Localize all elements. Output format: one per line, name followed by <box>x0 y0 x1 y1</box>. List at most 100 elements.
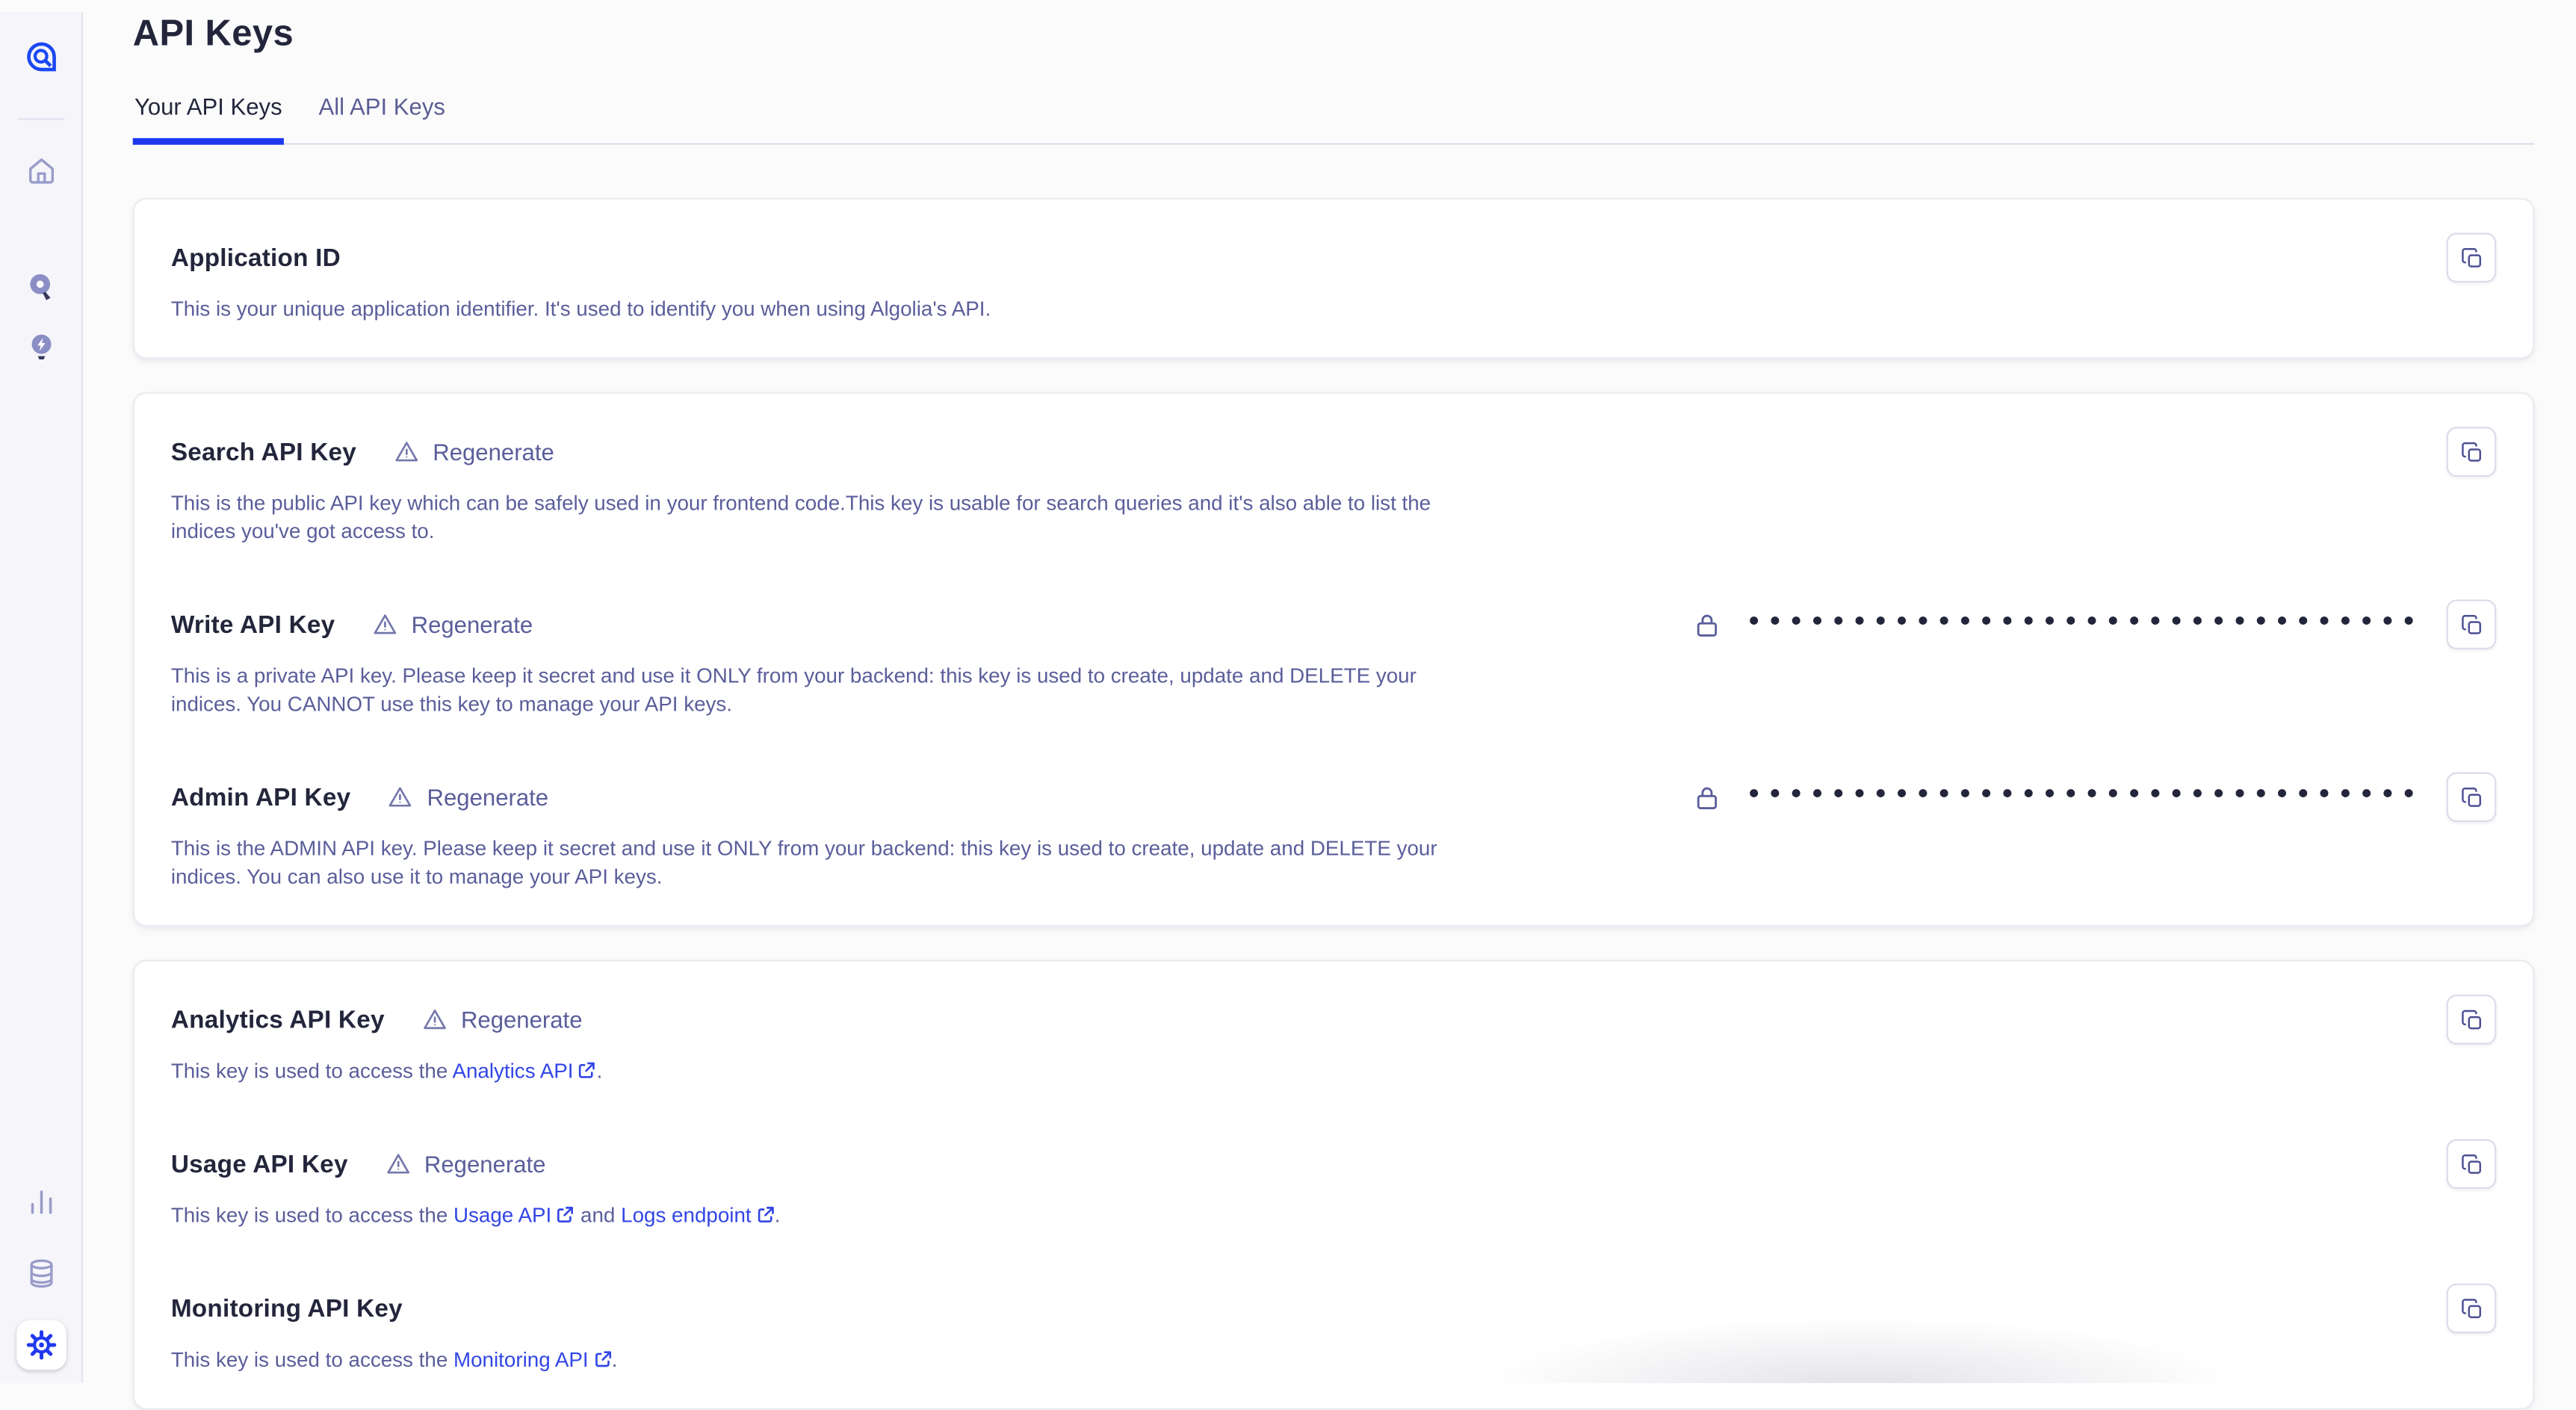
copy-usage-api-key-button[interactable] <box>2447 1139 2497 1189</box>
link-label: Monitoring API <box>453 1348 589 1371</box>
usage-api-link[interactable]: Usage API <box>453 1204 575 1227</box>
sidebar-item-home[interactable] <box>16 146 66 197</box>
database-icon <box>24 1257 57 1290</box>
lock-icon <box>1692 610 1721 639</box>
regenerate-label: Regenerate <box>424 1151 546 1178</box>
warning-icon <box>421 1007 448 1033</box>
logs-endpoint-link[interactable]: Logs endpoint <box>621 1204 775 1227</box>
regenerate-label: Regenerate <box>412 611 533 638</box>
section-title: Monitoring API Key <box>171 1294 403 1323</box>
sidebar-bottom-group <box>16 1178 66 1370</box>
copy-icon <box>2459 1007 2483 1032</box>
monitoring-api-link[interactable]: Monitoring API <box>453 1348 612 1371</box>
description-text: . <box>597 1060 603 1083</box>
cards-container: Application IDThis is your unique applic… <box>133 198 2535 1410</box>
copy-write-api-key-button[interactable] <box>2447 599 2497 649</box>
section-title: Write API Key <box>171 610 335 639</box>
card: Search API KeyRegenerateThis is the publ… <box>133 392 2535 927</box>
copy-icon <box>2459 1296 2483 1320</box>
app-window: API Keys Your API Keys All API Keys Appl… <box>0 12 2576 1383</box>
key-section-monitoring-api-key: Monitoring API Key This key is used to ac… <box>171 1284 2496 1375</box>
sidebar-products-group <box>16 262 66 372</box>
home-icon <box>24 155 57 188</box>
copy-icon <box>2459 785 2483 809</box>
description-text: This key is used to access the <box>171 1060 453 1083</box>
warning-icon <box>385 1151 412 1178</box>
description-text: and <box>575 1204 621 1227</box>
key-description: This is the ADMIN API key. Please keep i… <box>171 835 1798 892</box>
regenerate-analytics-api-key-button[interactable]: Regenerate <box>421 1007 583 1033</box>
section-title: Admin API Key <box>171 783 351 811</box>
lock-icon-wrap <box>1692 610 1721 639</box>
key-description: This key is used to access the Monitorin… <box>171 1346 1798 1375</box>
tabs: Your API Keys All API Keys <box>133 78 2535 145</box>
regenerate-label: Regenerate <box>461 1007 583 1033</box>
copy-icon <box>2459 612 2483 637</box>
section-title: Analytics API Key <box>171 1006 385 1034</box>
gear-icon <box>24 1329 57 1361</box>
copy-application-id-button[interactable] <box>2447 232 2497 282</box>
key-section-search-api-key: Search API KeyRegenerateThis is the publ… <box>171 427 2496 546</box>
sidebar-item-analytics[interactable] <box>16 1178 66 1228</box>
regenerate-admin-api-key-button[interactable]: Regenerate <box>387 784 548 811</box>
masked-key-value: •••••••••••••••••••••••••••••••• <box>1745 609 2421 637</box>
page-title: API Keys <box>133 12 2535 55</box>
key-section-usage-api-key: Usage API KeyRegenerateThis key is used … <box>171 1139 2496 1230</box>
recommend-icon <box>24 331 57 364</box>
section-title: Usage API Key <box>171 1150 348 1178</box>
sidebar-item-search[interactable] <box>16 262 66 312</box>
tab-all-api-keys[interactable]: All API Keys <box>317 78 447 143</box>
link-label: Analytics API <box>452 1060 573 1083</box>
warning-icon <box>387 784 414 811</box>
section-header: Write API Key Regenerate •••••••••••••••••… <box>171 599 2496 649</box>
copy-icon <box>2459 245 2483 270</box>
sidebar-item-recommend[interactable] <box>16 322 66 372</box>
analytics-api-link[interactable]: Analytics API <box>452 1060 596 1083</box>
section-title: Application ID <box>171 244 341 272</box>
section-title: Search API Key <box>171 438 356 466</box>
section-header: Application ID <box>171 232 2496 282</box>
section-header: Search API Key Regenerate <box>171 427 2496 477</box>
regenerate-label: Regenerate <box>433 439 554 466</box>
algolia-logo[interactable] <box>16 32 66 82</box>
key-section-admin-api-key: Admin API Key Regenerate •••••••••••••••••… <box>171 772 2496 891</box>
main-content: API Keys Your API Keys All API Keys Appl… <box>83 12 2534 1410</box>
search-product-icon <box>24 271 57 304</box>
bar-chart-icon <box>24 1186 57 1219</box>
section-header: Usage API Key Regenerate <box>171 1139 2496 1189</box>
sidebar-item-data-sources[interactable] <box>16 1249 66 1299</box>
section-header: Analytics API Key Regenerate <box>171 995 2496 1045</box>
key-section-write-api-key: Write API Key Regenerate •••••••••••••••••… <box>171 599 2496 719</box>
link-label: Usage API <box>453 1204 551 1227</box>
algolia-logo-icon <box>24 40 57 73</box>
lock-icon <box>1692 783 1721 811</box>
sidebar <box>0 12 83 1383</box>
key-description: This key is used to access the Analytics… <box>171 1058 1798 1086</box>
copy-icon <box>2459 439 2483 464</box>
description-text: . <box>612 1348 618 1371</box>
lock-icon-wrap <box>1692 783 1721 811</box>
key-description: This is a private API key. Please keep i… <box>171 663 1798 720</box>
section-header: Monitoring API Key <box>171 1284 2496 1334</box>
regenerate-write-api-key-button[interactable]: Regenerate <box>371 611 533 638</box>
sidebar-divider <box>17 118 64 120</box>
copy-monitoring-api-key-button[interactable] <box>2447 1284 2497 1334</box>
copy-search-api-key-button[interactable] <box>2447 427 2497 477</box>
key-section-application-id: Application IDThis is your unique applic… <box>171 232 2496 324</box>
card: Application IDThis is your unique applic… <box>133 198 2535 359</box>
tab-your-api-keys[interactable]: Your API Keys <box>133 78 284 143</box>
masked-key-group: •••••••••••••••••••••••••••••••• <box>1692 783 2421 811</box>
copy-admin-api-key-button[interactable] <box>2447 772 2497 822</box>
external-link-icon <box>578 1061 596 1079</box>
description-text: . <box>775 1204 781 1227</box>
copy-analytics-api-key-button[interactable] <box>2447 995 2497 1045</box>
external-link-icon <box>593 1350 611 1368</box>
regenerate-search-api-key-button[interactable]: Regenerate <box>393 439 554 466</box>
sidebar-item-settings[interactable] <box>16 1320 66 1370</box>
warning-icon <box>371 611 398 638</box>
external-link-icon <box>756 1205 774 1223</box>
section-header: Admin API Key Regenerate •••••••••••••••••… <box>171 772 2496 822</box>
regenerate-label: Regenerate <box>427 784 549 811</box>
link-label: Logs endpoint <box>621 1204 751 1227</box>
regenerate-usage-api-key-button[interactable]: Regenerate <box>385 1151 546 1178</box>
